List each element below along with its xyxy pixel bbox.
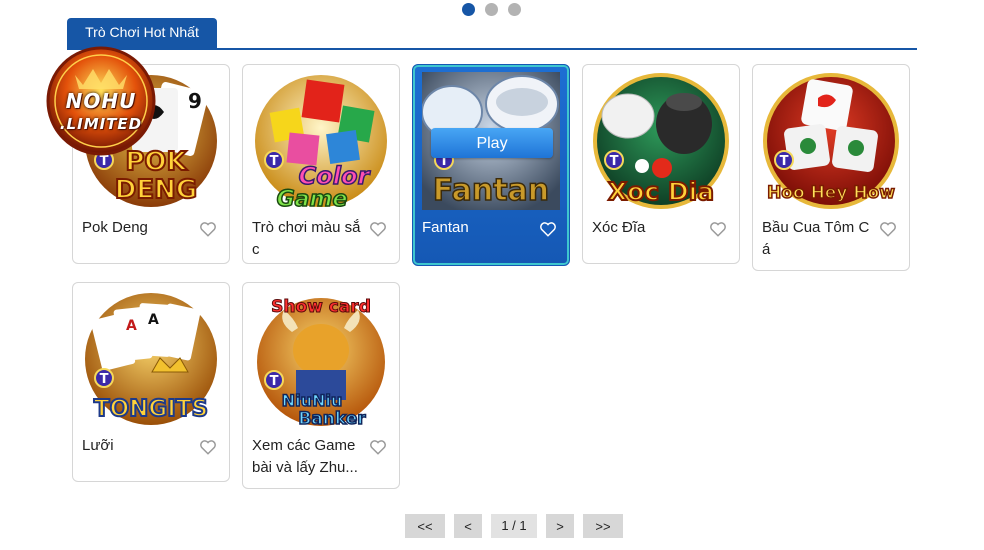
svg-text:9: 9 xyxy=(188,89,202,113)
heart-icon[interactable] xyxy=(709,220,727,238)
carousel-dot-1[interactable] xyxy=(462,3,475,16)
game-title[interactable]: Xem các Game bài và lấy Zhu... xyxy=(252,435,366,479)
art-text-line2: NiuNiu xyxy=(282,391,343,410)
art-text-line1: Hoo Hey How xyxy=(767,183,895,203)
game-title[interactable]: Pok Deng xyxy=(82,217,196,239)
game-thumbnail-tongits[interactable]: A A T TONGITS xyxy=(82,290,220,428)
art-text-line1: Fantan xyxy=(433,173,549,208)
game-title[interactable]: Trò chơi màu sắc xyxy=(252,217,366,261)
art-text-line3: Banker xyxy=(298,409,366,428)
game-title[interactable]: Bầu Cua Tôm Cá xyxy=(762,217,876,261)
provider-badge: T xyxy=(780,154,789,169)
game-card-hoo-hey-how[interactable]: T Hoo Hey How Bầu Cua Tôm Cá xyxy=(752,64,910,271)
provider-badge: T xyxy=(610,154,619,169)
heart-icon[interactable] xyxy=(199,220,217,238)
carousel-dots xyxy=(462,3,521,16)
provider-badge: T xyxy=(100,372,109,387)
heart-icon[interactable] xyxy=(539,220,557,238)
current-page-indicator: 1 / 1 xyxy=(491,514,537,538)
game-card-color-game[interactable]: T Color Game Trò chơi màu sắc xyxy=(242,64,400,264)
art-text-line1: TONGITS xyxy=(94,396,208,422)
prev-page-button[interactable]: < xyxy=(454,514,482,538)
game-thumbnail-hoo-hey-how[interactable]: T Hoo Hey How xyxy=(762,72,900,210)
art-text-line2: Game xyxy=(277,187,348,210)
game-thumbnail-color-game[interactable]: T Color Game xyxy=(252,72,390,210)
game-title[interactable]: Fantan xyxy=(422,217,536,239)
game-card-tongits[interactable]: A A T TONGITS Lưỡi xyxy=(72,282,230,482)
provider-badge: T xyxy=(270,374,279,389)
art-text-line1: Xoc Dia xyxy=(608,177,714,206)
game-card-niuniu-banker[interactable]: Show card T NiuNiu Banker Xem các Game b… xyxy=(242,282,400,489)
heart-icon[interactable] xyxy=(199,438,217,456)
next-page-button[interactable]: > xyxy=(546,514,574,538)
carousel-dot-3[interactable] xyxy=(508,3,521,16)
site-logo[interactable]: NOHU .LIMITED xyxy=(45,45,157,157)
art-text-line2: DENG xyxy=(115,175,197,205)
tab-hot-games[interactable]: Trò Chơi Hot Nhất xyxy=(67,18,217,48)
heart-icon[interactable] xyxy=(369,220,387,238)
game-title[interactable]: Lưỡi xyxy=(82,435,196,457)
logo-text-limited: .LIMITED xyxy=(59,115,143,133)
svg-text:A: A xyxy=(148,312,159,328)
logo-text-nohu: NOHU xyxy=(65,89,137,113)
section-tab-bar: Trò Chơi Hot Nhất xyxy=(67,18,917,50)
first-page-button[interactable]: << xyxy=(405,514,445,538)
heart-icon[interactable] xyxy=(879,220,897,238)
pagination: << < 1 / 1 > >> xyxy=(405,514,623,538)
game-thumbnail-niuniu-banker[interactable]: Show card T NiuNiu Banker xyxy=(252,290,390,428)
play-button[interactable]: Play xyxy=(431,128,553,158)
svg-text:A: A xyxy=(126,318,137,334)
art-text-line1: Show card xyxy=(271,297,371,317)
last-page-button[interactable]: >> xyxy=(583,514,623,538)
art-text-line1: Color xyxy=(299,162,372,190)
heart-icon[interactable] xyxy=(369,438,387,456)
provider-badge: T xyxy=(270,154,279,169)
carousel-dot-2[interactable] xyxy=(485,3,498,16)
game-card-fantan[interactable]: T Fantan Play Fantan xyxy=(412,64,570,266)
game-thumbnail-xoc-dia[interactable]: T Xoc Dia xyxy=(592,72,730,210)
game-title[interactable]: Xóc Đĩa xyxy=(592,217,706,239)
game-card-xoc-dia[interactable]: T Xoc Dia Xóc Đĩa xyxy=(582,64,740,264)
